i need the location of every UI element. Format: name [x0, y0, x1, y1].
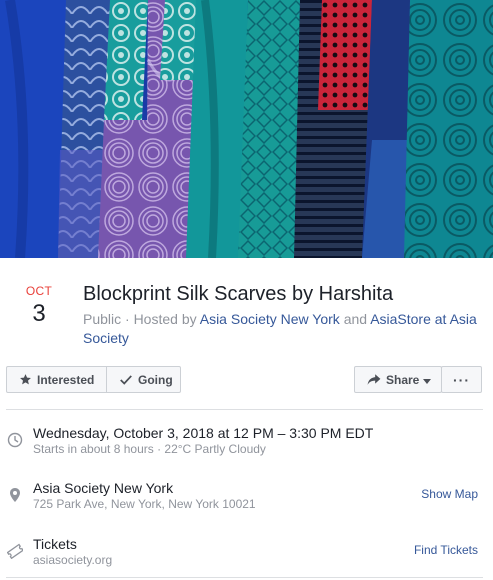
chevron-down-icon [423, 373, 432, 387]
tickets-label: Tickets [33, 536, 77, 552]
ticket-icon [6, 543, 24, 560]
clock-icon [7, 432, 23, 448]
share-label: Share [386, 372, 420, 387]
event-datetime[interactable]: Wednesday, October 3, 2018 at 12 PM – 3:… [33, 424, 373, 442]
share-arrow-icon [367, 373, 381, 387]
tickets-site: asiasociety.org [33, 553, 113, 567]
map-pin-icon [7, 487, 23, 503]
divider [6, 409, 483, 410]
host-link-asia-society[interactable]: Asia Society New York [200, 311, 340, 327]
hosts-conjunction: and [339, 311, 371, 327]
event-month: OCT [25, 284, 53, 298]
going-label: Going [138, 372, 173, 387]
event-day: 3 [32, 300, 46, 327]
venue-name[interactable]: Asia Society New York [33, 479, 173, 497]
star-icon [18, 373, 32, 387]
venue-address: 725 Park Ave, New York, New York 10021 [33, 497, 256, 511]
privacy-hosted-label: Public · Hosted by [83, 311, 200, 327]
going-button[interactable]: Going [106, 366, 181, 393]
divider [6, 577, 483, 578]
event-datetime-sub: Starts in about 8 hours · 22°C Partly Cl… [33, 442, 266, 456]
find-tickets-link[interactable]: Find Tickets [414, 543, 478, 557]
event-date-badge: OCT 3 [14, 284, 64, 329]
more-options-button[interactable]: ··· [441, 366, 482, 393]
event-hosts-line: Public · Hosted by Asia Society New York… [83, 310, 478, 348]
interested-label: Interested [37, 372, 95, 387]
event-title: Blockprint Silk Scarves by Harshita [83, 283, 394, 305]
interested-button[interactable]: Interested [6, 366, 107, 393]
show-map-link[interactable]: Show Map [421, 487, 478, 501]
event-cover-photo[interactable] [0, 0, 493, 258]
checkmark-icon [119, 373, 133, 387]
share-button[interactable]: Share [354, 366, 442, 393]
more-dots-icon: ··· [453, 371, 470, 388]
